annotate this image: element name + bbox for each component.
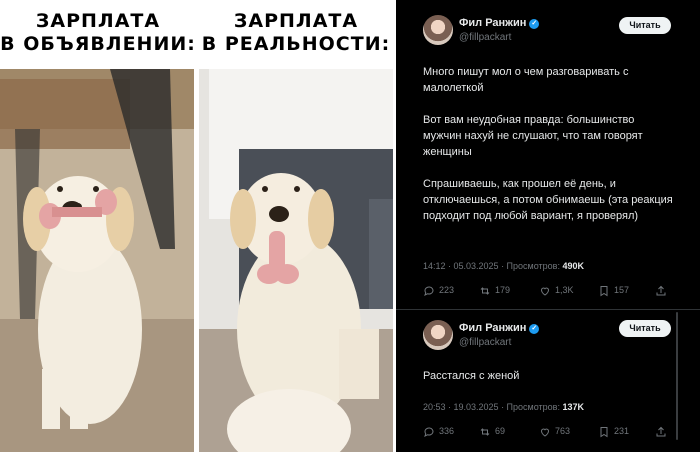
verified-badge-icon: ✓ bbox=[529, 19, 540, 29]
tweet-paragraph: Расстался с женой bbox=[423, 370, 520, 382]
follow-button[interactable]: Читать bbox=[619, 17, 671, 34]
reply-button[interactable]: 336 bbox=[423, 424, 454, 438]
bookmark-button[interactable]: 157 bbox=[598, 283, 629, 297]
tweet-text: Расстался с женой bbox=[423, 368, 673, 384]
caption-advertised-salary: ЗАРПЛАТА В ОБЪЯВЛЕНИИ: bbox=[0, 10, 196, 55]
follow-button[interactable]: Читать bbox=[619, 320, 671, 337]
retweet-button[interactable]: 179 bbox=[479, 283, 510, 297]
share-icon bbox=[656, 426, 666, 437]
avatar[interactable] bbox=[423, 15, 453, 45]
reply-icon bbox=[424, 427, 434, 437]
bookmark-icon bbox=[600, 426, 608, 438]
tweet-text: Много пишут мол о чем разговаривать с ма… bbox=[423, 64, 673, 224]
reply-button[interactable]: 223 bbox=[423, 283, 454, 297]
bookmark-count: 157 bbox=[614, 285, 630, 295]
avatar[interactable] bbox=[423, 320, 453, 350]
views-count: 490K bbox=[562, 261, 584, 271]
like-count: 1,3K bbox=[555, 285, 574, 295]
author-handle[interactable]: @fillpackart bbox=[459, 32, 511, 43]
retweet-count: 69 bbox=[495, 426, 506, 436]
tweet-timestamp[interactable]: 14:12 · 05.03.2025 · Просмотров: 490K bbox=[423, 261, 584, 271]
tweet-feed[interactable]: Фил Ранжин ✓ @fillpackart Читать Много пи… bbox=[396, 0, 700, 452]
like-button[interactable]: 763 bbox=[539, 424, 570, 438]
dog-photo-advertised bbox=[0, 69, 194, 452]
share-icon bbox=[656, 285, 666, 296]
share-button[interactable] bbox=[655, 424, 671, 438]
retweet-icon bbox=[480, 427, 490, 436]
author-name[interactable]: Фил Ранжин ✓ bbox=[459, 322, 540, 334]
tweet-timestamp[interactable]: 20:53 · 19.03.2025 · Просмотров: 137K bbox=[423, 402, 584, 412]
tweet-divider bbox=[396, 309, 700, 310]
tweet-paragraph: Много пишут мол о чем разговаривать с ма… bbox=[423, 66, 629, 94]
like-button[interactable]: 1,3K bbox=[539, 283, 574, 297]
author-name-text[interactable]: Фил Ранжин bbox=[459, 322, 526, 334]
like-icon bbox=[540, 428, 550, 437]
tweet-actions: 223 179 1,3K 157 bbox=[423, 283, 673, 297]
timestamp-text[interactable]: 14:12 · 05.03.2025 · Просмотров: bbox=[423, 261, 562, 271]
tweet-actions: 336 69 763 231 bbox=[423, 424, 673, 438]
retweet-count: 179 bbox=[495, 285, 511, 295]
bookmark-button[interactable]: 231 bbox=[598, 424, 629, 438]
meme-panel: ЗАРПЛАТА В ОБЪЯВЛЕНИИ: ЗАРПЛАТА В РЕАЛЬН… bbox=[0, 0, 393, 452]
scrollbar[interactable] bbox=[676, 312, 678, 440]
retweet-icon bbox=[480, 286, 490, 295]
retweet-button[interactable]: 69 bbox=[479, 424, 505, 438]
bookmark-icon bbox=[600, 285, 608, 297]
reply-count: 223 bbox=[439, 285, 455, 295]
views-count: 137K bbox=[562, 402, 584, 412]
dog-photo-reality bbox=[199, 69, 393, 452]
bookmark-count: 231 bbox=[614, 426, 630, 436]
reply-count: 336 bbox=[439, 426, 455, 436]
tweet-paragraph: Вот вам неудобная правда: большинство му… bbox=[423, 114, 643, 158]
timestamp-text[interactable]: 20:53 · 19.03.2025 · Просмотров: bbox=[423, 402, 562, 412]
like-icon bbox=[540, 287, 550, 296]
tweet-paragraph: Спрашиваешь, как прошел её день, и отклю… bbox=[423, 178, 673, 222]
verified-badge-icon: ✓ bbox=[529, 324, 540, 334]
author-name-text[interactable]: Фил Ранжин bbox=[459, 17, 526, 29]
like-count: 763 bbox=[555, 426, 571, 436]
author-handle[interactable]: @fillpackart bbox=[459, 337, 511, 348]
share-button[interactable] bbox=[655, 283, 671, 297]
reply-icon bbox=[424, 286, 434, 296]
author-name[interactable]: Фил Ранжин ✓ bbox=[459, 17, 540, 29]
caption-real-salary: ЗАРПЛАТА В РЕАЛЬНОСТИ: bbox=[201, 10, 391, 55]
